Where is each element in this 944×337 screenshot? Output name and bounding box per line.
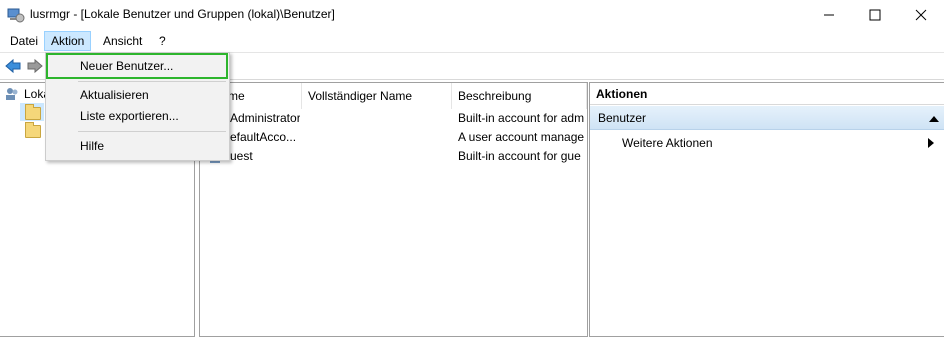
user-description: Built-in account for adm — [458, 111, 585, 125]
actions-group-benutzer[interactable]: Benutzer — [590, 106, 944, 130]
tree-root[interactable]: Loka — [4, 85, 50, 103]
tree-item-benutzer[interactable] — [20, 103, 44, 121]
menu-datei[interactable]: Datei — [4, 32, 44, 50]
menu-item-aktualisieren[interactable]: Aktualisieren — [46, 84, 229, 106]
computer-management-icon — [7, 8, 25, 23]
list-pane: me Vollständiger Name Beschreibung Admin… — [199, 82, 588, 337]
tree-item-gruppen[interactable] — [20, 121, 44, 139]
highlight-box — [46, 53, 228, 79]
column-fullname[interactable]: Vollständiger Name — [302, 83, 452, 109]
actions-pane: Aktionen Benutzer Weitere Aktionen — [589, 82, 944, 337]
close-button[interactable] — [898, 0, 944, 30]
menu-bar: Datei Aktion Ansicht ? — [0, 30, 944, 53]
forward-arrow-icon[interactable] — [26, 57, 44, 75]
menu-aktion[interactable]: Aktion — [44, 31, 92, 51]
users-groups-icon — [6, 88, 18, 100]
submenu-arrow-icon — [928, 138, 934, 148]
menu-item-liste-exportieren[interactable]: Liste exportieren... — [46, 105, 229, 127]
menu-item-hilfe[interactable]: Hilfe — [46, 135, 229, 157]
column-description[interactable]: Beschreibung — [452, 83, 587, 109]
maximize-icon — [869, 9, 881, 21]
more-actions-item[interactable]: Weitere Aktionen — [622, 134, 713, 152]
actions-title: Aktionen — [590, 83, 944, 105]
minimize-button[interactable] — [806, 0, 852, 30]
menu-help[interactable]: ? — [153, 32, 172, 50]
title-bar: lusrmgr - [Lokale Benutzer und Gruppen (… — [0, 0, 944, 30]
window-title: lusrmgr - [Lokale Benutzer und Gruppen (… — [30, 7, 335, 21]
actions-group-label: Benutzer — [598, 111, 647, 125]
menu-ansicht[interactable]: Ansicht — [97, 32, 148, 50]
minimize-icon — [824, 14, 834, 16]
folder-icon — [25, 122, 41, 138]
menu-separator — [78, 81, 226, 82]
menu-separator — [78, 131, 226, 132]
user-description: Built-in account for gue — [458, 149, 581, 163]
close-icon — [915, 9, 927, 21]
maximize-button[interactable] — [852, 0, 898, 30]
user-description: A user account manage — [458, 130, 585, 144]
back-arrow-icon[interactable] — [4, 57, 22, 75]
folder-icon — [25, 104, 41, 120]
collapse-arrow-icon — [929, 116, 939, 122]
